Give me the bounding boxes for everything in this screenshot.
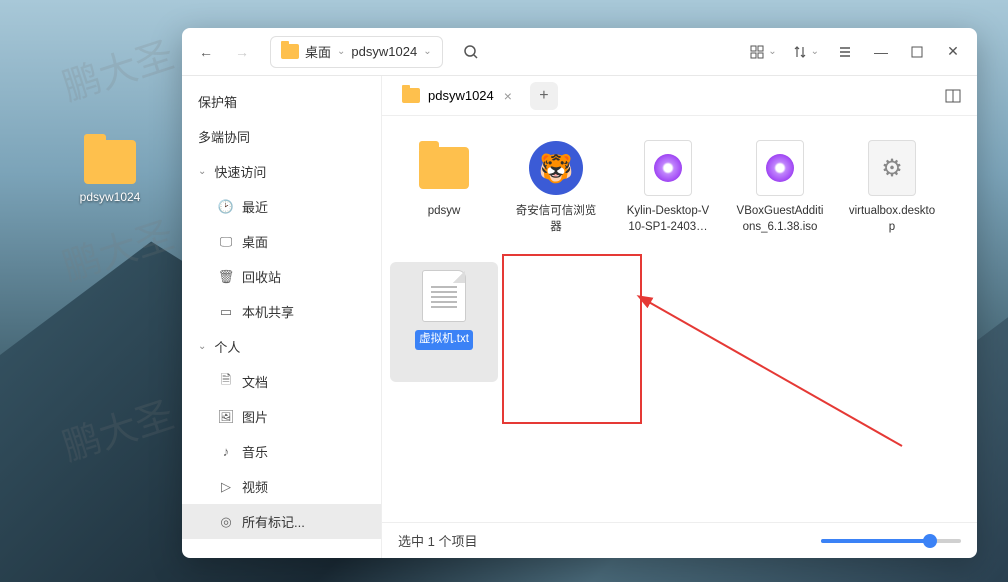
trash-icon: 🗑 xyxy=(218,269,234,285)
sidebar-item-music[interactable]: ♪音乐 xyxy=(182,434,381,469)
close-button[interactable]: ✕ xyxy=(937,36,969,68)
sidebar-item-video[interactable]: ▷视频 xyxy=(182,469,381,504)
folder-icon xyxy=(419,147,469,189)
desktop-icon: 🖵 xyxy=(218,234,234,250)
search-icon xyxy=(463,44,479,60)
sidebar-item-recent[interactable]: 🕑最近 xyxy=(182,189,381,224)
sidebar-item-docs[interactable]: 🗎文档 xyxy=(182,364,381,399)
file-grid[interactable]: pdsyw 🐯 奇安信可信浏览器 Kylin-Desktop-V10-SP1-2… xyxy=(382,116,977,522)
sidebar-item-tags[interactable]: ◎所有标记... xyxy=(182,504,381,539)
chevron-down-icon: ⌄ xyxy=(198,166,206,177)
desktop-folder-label: pdsyw1024 xyxy=(80,190,141,204)
file-item-browser[interactable]: 🐯 奇安信可信浏览器 xyxy=(502,134,610,254)
maximize-button[interactable] xyxy=(901,36,933,68)
titlebar: ← → 桌面 ⌄ pdsyw1024 ⌄ ⌄ ⌄ — ✕ xyxy=(182,28,977,76)
sidebar-item-share[interactable]: ▭本机共享 xyxy=(182,294,381,329)
folder-icon xyxy=(281,44,299,59)
back-button[interactable]: ← xyxy=(190,36,222,68)
annotation-arrow xyxy=(632,256,912,456)
document-icon: 🗎 xyxy=(218,374,234,390)
browser-icon: 🐯 xyxy=(529,141,583,195)
folder-icon xyxy=(84,140,136,184)
chevron-down-icon: ⌄ xyxy=(198,341,206,352)
tab-bar: pdsyw1024 × + xyxy=(382,76,977,116)
main-area: pdsyw1024 × + pdsyw 🐯 奇安信可信浏览器 xyxy=(382,76,977,558)
clock-icon: 🕑 xyxy=(218,199,234,215)
breadcrumb[interactable]: 桌面 ⌄ pdsyw1024 ⌄ xyxy=(270,36,443,68)
video-icon: ▷ xyxy=(218,479,234,495)
view-grid-button[interactable]: ⌄ xyxy=(744,36,782,68)
tab-close-button[interactable]: × xyxy=(502,88,514,104)
file-name: pdsyw xyxy=(424,202,465,222)
tag-icon: ◎ xyxy=(218,514,234,530)
settings-icon: ⚙ xyxy=(868,140,916,196)
columns-button[interactable] xyxy=(939,82,967,110)
sidebar-item-trash[interactable]: 🗑回收站 xyxy=(182,259,381,294)
folder-icon xyxy=(402,88,420,103)
columns-icon xyxy=(945,89,961,103)
slider-fill xyxy=(821,539,930,543)
file-item-virtualbox-desktop[interactable]: ⚙ virtualbox.desktop xyxy=(838,134,946,254)
file-item-pdsyw[interactable]: pdsyw xyxy=(390,134,498,254)
sidebar-header-personal[interactable]: ⌄个人 xyxy=(182,329,381,364)
file-name: Kylin-Desktop-V10-SP1-2403… xyxy=(620,202,716,237)
hamburger-icon xyxy=(838,45,852,59)
sidebar: 保护箱 多端协同 ⌄快速访问 🕑最近 🖵桌面 🗑回收站 ▭本机共享 ⌄个人 🗎文… xyxy=(182,76,382,558)
zoom-slider[interactable] xyxy=(821,539,961,543)
status-text: 选中 1 个项目 xyxy=(398,531,477,550)
status-bar: 选中 1 个项目 xyxy=(382,522,977,558)
grid-icon xyxy=(750,45,764,59)
breadcrumb-pdsyw1024[interactable]: pdsyw1024 ⌄ xyxy=(351,44,431,59)
file-item-vm-txt[interactable]: 虚拟机.txt xyxy=(390,262,498,382)
slider-thumb[interactable] xyxy=(923,534,937,548)
file-name: 虚拟机.txt xyxy=(415,330,473,350)
folder-icon: ▭ xyxy=(218,304,234,320)
sidebar-item-desktop[interactable]: 🖵桌面 xyxy=(182,224,381,259)
tab-label: pdsyw1024 xyxy=(428,88,494,103)
text-file-icon xyxy=(422,270,466,322)
file-name: 奇安信可信浏览器 xyxy=(508,202,604,237)
sidebar-header-quick[interactable]: ⌄快速访问 xyxy=(182,154,381,189)
file-item-kylin-iso[interactable]: Kylin-Desktop-V10-SP1-2403… xyxy=(614,134,722,254)
sort-button[interactable]: ⌄ xyxy=(787,36,825,68)
annotation-highlight-box xyxy=(502,254,642,424)
tab-pdsyw1024[interactable]: pdsyw1024 × xyxy=(392,82,524,110)
file-name: virtualbox.desktop xyxy=(844,202,940,237)
file-item-vbox-iso[interactable]: VBoxGuestAdditions_6.1.38.iso xyxy=(726,134,834,254)
new-tab-button[interactable]: + xyxy=(530,82,558,110)
sidebar-item-baohu[interactable]: 保护箱 xyxy=(182,84,381,119)
music-icon: ♪ xyxy=(218,444,234,460)
forward-button[interactable]: → xyxy=(226,36,258,68)
file-name: VBoxGuestAdditions_6.1.38.iso xyxy=(732,202,828,237)
iso-icon xyxy=(756,140,804,196)
desktop-folder-pdsyw1024[interactable]: pdsyw1024 xyxy=(70,140,150,206)
maximize-icon xyxy=(911,46,923,58)
search-button[interactable] xyxy=(455,36,487,68)
file-manager-window: ← → 桌面 ⌄ pdsyw1024 ⌄ ⌄ ⌄ — ✕ 保护箱 xyxy=(182,28,977,558)
breadcrumb-desktop[interactable]: 桌面 ⌄ xyxy=(305,42,345,61)
image-icon: 🖼 xyxy=(218,409,234,425)
sort-icon xyxy=(793,45,807,59)
sidebar-item-duoduan[interactable]: 多端协同 xyxy=(182,119,381,154)
sidebar-item-pics[interactable]: 🖼图片 xyxy=(182,399,381,434)
iso-icon xyxy=(644,140,692,196)
minimize-button[interactable]: — xyxy=(865,36,897,68)
menu-button[interactable] xyxy=(829,36,861,68)
